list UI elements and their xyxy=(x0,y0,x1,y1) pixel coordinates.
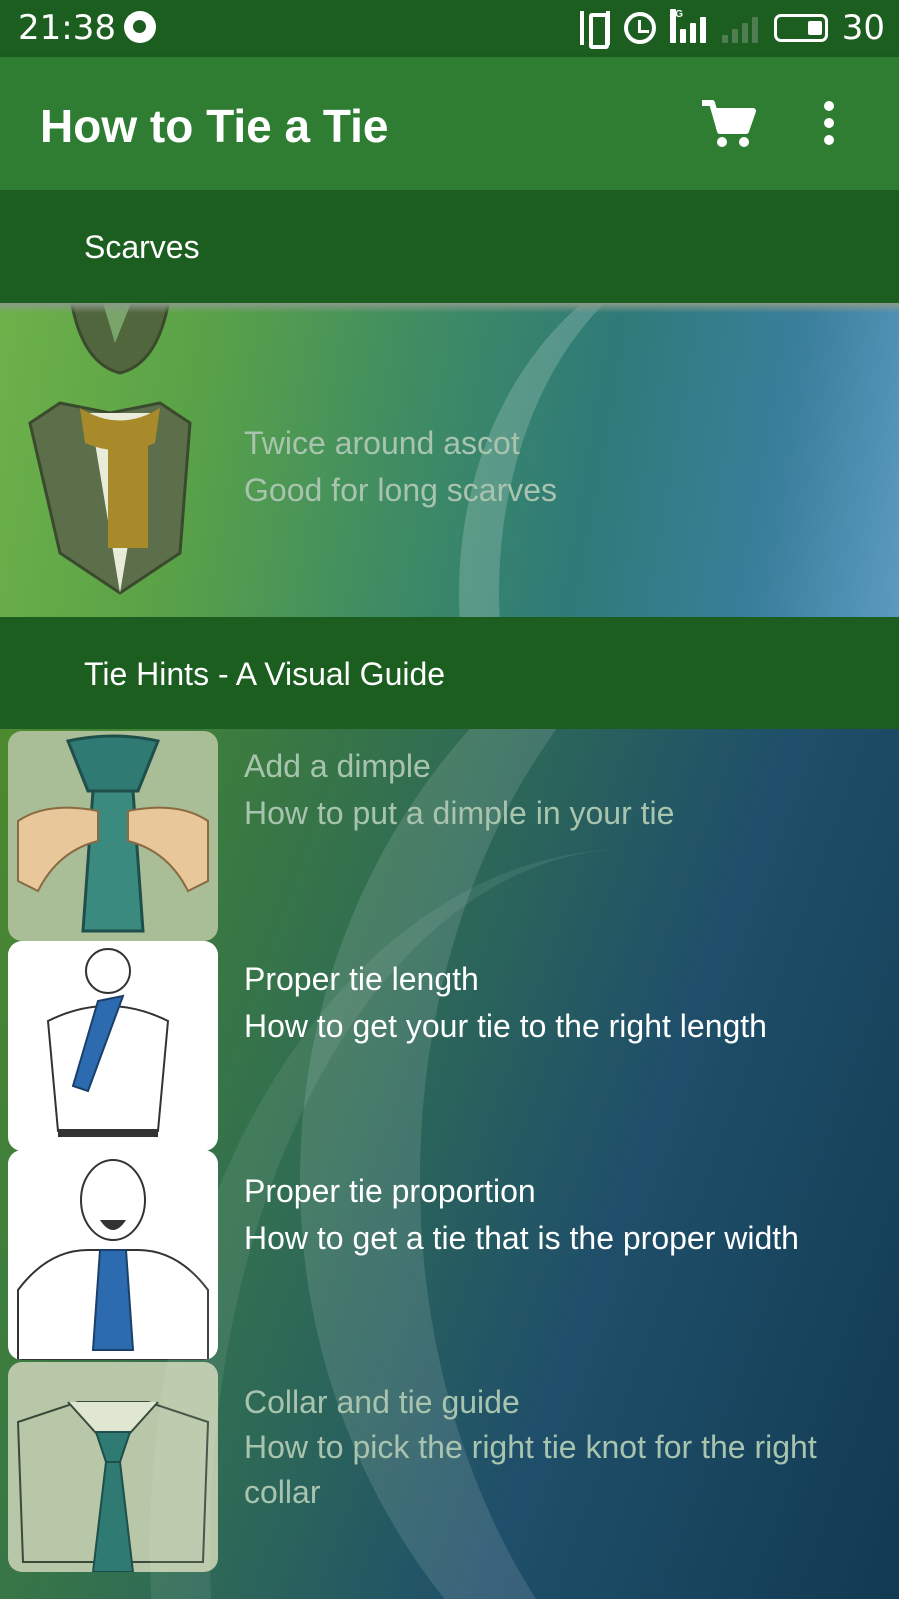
scarf-illustration xyxy=(28,303,192,595)
item-subtitle: Good for long scarves xyxy=(244,472,558,508)
collar-tie-illustration xyxy=(8,1362,218,1572)
overflow-menu-icon[interactable] xyxy=(818,101,840,147)
tie-proportion-thumbnail xyxy=(8,1150,218,1360)
item-title: Proper tie length xyxy=(244,961,479,997)
tie-hints-list: Add a dimple How to put a dimple in your… xyxy=(0,729,899,1599)
section-header-label: Scarves xyxy=(84,229,200,265)
item-subtitle: How to put a dimple in your tie xyxy=(244,795,675,831)
status-time: 21:38 xyxy=(18,8,116,48)
battery-icon xyxy=(773,14,828,42)
list-item-text: Collar and tie guide How to pick the rig… xyxy=(244,1380,879,1515)
list-item-text: Proper tie length How to get your tie to… xyxy=(244,956,879,1050)
section-header-tie-hints: Tie Hints - A Visual Guide xyxy=(0,617,899,729)
dimple-illustration xyxy=(8,731,218,941)
list-item-text: Twice around ascot Good for long scarves xyxy=(244,420,879,514)
list-item[interactable]: Add a dimple How to put a dimple in your… xyxy=(0,729,899,941)
dimple-thumbnail xyxy=(8,731,218,941)
status-icons: 4G 30 xyxy=(579,8,885,49)
item-subtitle: How to pick the right tie knot for the r… xyxy=(244,1429,817,1510)
item-subtitle: How to get a tie that is the proper widt… xyxy=(244,1220,799,1256)
list-item-text: Proper tie proportion How to get a tie t… xyxy=(244,1168,879,1262)
cart-icon[interactable] xyxy=(700,97,756,149)
section-header-scarves: Scarves xyxy=(0,190,899,303)
item-title: Proper tie proportion xyxy=(244,1173,536,1209)
section-header-label: Tie Hints - A Visual Guide xyxy=(84,656,446,692)
whatsapp-notification-icon xyxy=(124,11,156,43)
signal-sim2-icon xyxy=(721,11,760,45)
tie-proportion-illustration xyxy=(8,1150,218,1360)
vibrate-icon xyxy=(579,11,610,49)
alarm-icon xyxy=(623,12,656,44)
list-item[interactable]: Proper tie length How to get your tie to… xyxy=(0,941,899,1153)
list-item-text: Add a dimple How to put a dimple in your… xyxy=(244,743,879,837)
app-bar: How to Tie a Tie xyxy=(0,57,899,190)
item-subtitle: How to get your tie to the right length xyxy=(244,1008,767,1044)
item-title: Add a dimple xyxy=(244,748,431,784)
app-title: How to Tie a Tie xyxy=(40,100,389,152)
list-item[interactable]: Twice around ascot Good for long scarves xyxy=(0,303,899,617)
battery-level: 30 xyxy=(841,8,885,48)
item-title: Collar and tie guide xyxy=(244,1384,520,1420)
item-title: Twice around ascot xyxy=(244,425,520,461)
list-item[interactable]: Collar and tie guide How to pick the rig… xyxy=(0,1362,899,1599)
status-bar: 21:38 4G 30 xyxy=(0,0,899,57)
tie-length-illustration xyxy=(8,941,218,1151)
tie-length-thumbnail xyxy=(8,941,218,1151)
collar-guide-thumbnail xyxy=(8,1362,218,1572)
scarves-list: Twice around ascot Good for long scarves xyxy=(0,303,899,617)
list-item[interactable]: Proper tie proportion How to get a tie t… xyxy=(0,1150,899,1365)
signal-4g-icon: 4G xyxy=(669,9,708,45)
ascot-thumbnail xyxy=(20,303,200,613)
